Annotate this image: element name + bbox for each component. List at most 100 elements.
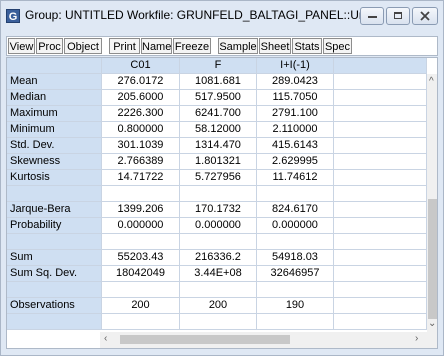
value-cell[interactable]: 170.1732 — [180, 202, 257, 218]
value-cell[interactable]: 216336.2 — [180, 250, 257, 266]
row-label-cell[interactable]: Maximum — [7, 106, 102, 122]
value-cell[interactable] — [102, 282, 180, 298]
empty-cell[interactable] — [334, 90, 427, 106]
close-button[interactable] — [412, 7, 438, 25]
horizontal-scrollbar[interactable]: ‹ › — [100, 332, 437, 348]
value-cell[interactable]: 2.766389 — [102, 154, 180, 170]
scroll-up-icon[interactable]: ^ — [429, 77, 434, 87]
vertical-scroll-thumb[interactable] — [428, 199, 437, 319]
row-label-cell[interactable] — [7, 314, 102, 330]
value-cell[interactable] — [180, 282, 257, 298]
value-cell[interactable]: 301.1039 — [102, 138, 180, 154]
row-label-cell[interactable]: Std. Dev. — [7, 138, 102, 154]
value-cell[interactable]: 0.000000 — [180, 218, 257, 234]
value-cell[interactable]: 190 — [257, 298, 334, 314]
value-cell[interactable]: 415.6143 — [257, 138, 334, 154]
empty-cell[interactable] — [334, 170, 427, 186]
value-cell[interactable]: 1399.206 — [102, 202, 180, 218]
empty-cell[interactable] — [334, 106, 427, 122]
row-label-cell[interactable]: Minimum — [7, 122, 102, 138]
empty-cell[interactable] — [334, 282, 427, 298]
value-cell[interactable]: 0.000000 — [102, 218, 180, 234]
empty-cell[interactable] — [334, 138, 427, 154]
row-label-cell[interactable]: Skewness — [7, 154, 102, 170]
value-cell[interactable]: 824.6170 — [257, 202, 334, 218]
value-cell[interactable]: 2791.100 — [257, 106, 334, 122]
value-cell[interactable] — [180, 314, 257, 330]
value-cell[interactable] — [180, 186, 257, 202]
empty-cell[interactable] — [334, 314, 427, 330]
scroll-left-icon[interactable]: ‹ — [104, 334, 107, 344]
column-header-c01[interactable]: C01 — [102, 58, 180, 74]
value-cell[interactable] — [257, 234, 334, 250]
value-cell[interactable]: 18042049 — [102, 266, 180, 282]
value-cell[interactable]: 3.44E+08 — [180, 266, 257, 282]
scroll-right-icon[interactable]: › — [415, 334, 418, 344]
row-label-cell[interactable] — [7, 234, 102, 250]
row-label-cell[interactable]: Probability — [7, 218, 102, 234]
value-cell[interactable]: 1.801321 — [180, 154, 257, 170]
scroll-down-icon[interactable]: ⌄ — [428, 319, 436, 329]
empty-cell[interactable] — [334, 218, 427, 234]
corner-cell[interactable] — [7, 58, 102, 74]
row-label-cell[interactable]: Mean — [7, 74, 102, 90]
empty-cell[interactable] — [334, 234, 427, 250]
value-cell[interactable]: 0.000000 — [257, 218, 334, 234]
object-button[interactable]: Object — [64, 38, 102, 54]
value-cell[interactable]: 517.9500 — [180, 90, 257, 106]
row-label-cell[interactable]: Kurtosis — [7, 170, 102, 186]
value-cell[interactable] — [102, 186, 180, 202]
value-cell[interactable]: 58.12000 — [180, 122, 257, 138]
minimize-button[interactable] — [360, 7, 384, 25]
name-button[interactable]: Name — [141, 38, 172, 54]
value-cell[interactable] — [257, 186, 334, 202]
row-label-cell[interactable]: Sum — [7, 250, 102, 266]
value-cell[interactable] — [102, 314, 180, 330]
value-cell[interactable]: 14.71722 — [102, 170, 180, 186]
value-cell[interactable]: 205.6000 — [102, 90, 180, 106]
horizontal-scroll-thumb[interactable] — [120, 335, 290, 344]
stats-spreadsheet[interactable]: C01 F I+I(-1) Mean 276.0172 1081.681 289.04… — [6, 57, 438, 349]
value-cell[interactable]: 1314.470 — [180, 138, 257, 154]
value-cell[interactable]: 5.727956 — [180, 170, 257, 186]
value-cell[interactable]: 0.800000 — [102, 122, 180, 138]
empty-cell[interactable] — [334, 250, 427, 266]
row-label-cell[interactable]: Jarque-Bera — [7, 202, 102, 218]
value-cell[interactable]: 32646957 — [257, 266, 334, 282]
value-cell[interactable]: 55203.43 — [102, 250, 180, 266]
column-header-f[interactable]: F — [180, 58, 257, 74]
freeze-button[interactable]: Freeze — [173, 38, 211, 54]
empty-cell[interactable] — [334, 74, 427, 90]
row-label-cell[interactable]: Median — [7, 90, 102, 106]
empty-cell[interactable] — [334, 202, 427, 218]
value-cell[interactable]: 6241.700 — [180, 106, 257, 122]
empty-cell[interactable] — [334, 266, 427, 282]
vertical-scrollbar[interactable]: ^ ⌄ — [427, 74, 437, 332]
value-cell[interactable]: 2.629995 — [257, 154, 334, 170]
title-bar[interactable]: G Group: UNTITLED Workfile: GRUNFELD_BAL… — [1, 1, 443, 31]
value-cell[interactable]: 54918.03 — [257, 250, 334, 266]
value-cell[interactable] — [257, 314, 334, 330]
value-cell[interactable] — [102, 234, 180, 250]
print-button[interactable]: Print — [109, 38, 140, 54]
sheet-button[interactable]: Sheet — [259, 38, 291, 54]
value-cell[interactable]: 276.0172 — [102, 74, 180, 90]
column-header-empty[interactable] — [334, 58, 427, 74]
value-cell[interactable] — [180, 234, 257, 250]
value-cell[interactable]: 115.7050 — [257, 90, 334, 106]
row-label-cell[interactable]: Sum Sq. Dev. — [7, 266, 102, 282]
empty-cell[interactable] — [334, 154, 427, 170]
row-label-cell[interactable]: Observations — [7, 298, 102, 314]
proc-button[interactable]: Proc — [36, 38, 63, 54]
value-cell[interactable] — [257, 282, 334, 298]
spec-button[interactable]: Spec — [323, 38, 352, 54]
column-header-i-plus-i-lag[interactable]: I+I(-1) — [257, 58, 334, 74]
stats-button[interactable]: Stats — [292, 38, 322, 54]
value-cell[interactable]: 200 — [102, 298, 180, 314]
empty-cell[interactable] — [334, 122, 427, 138]
value-cell[interactable]: 2.110000 — [257, 122, 334, 138]
value-cell[interactable]: 1081.681 — [180, 74, 257, 90]
row-label-cell[interactable] — [7, 282, 102, 298]
view-button[interactable]: View — [8, 38, 35, 54]
value-cell[interactable]: 11.74612 — [257, 170, 334, 186]
